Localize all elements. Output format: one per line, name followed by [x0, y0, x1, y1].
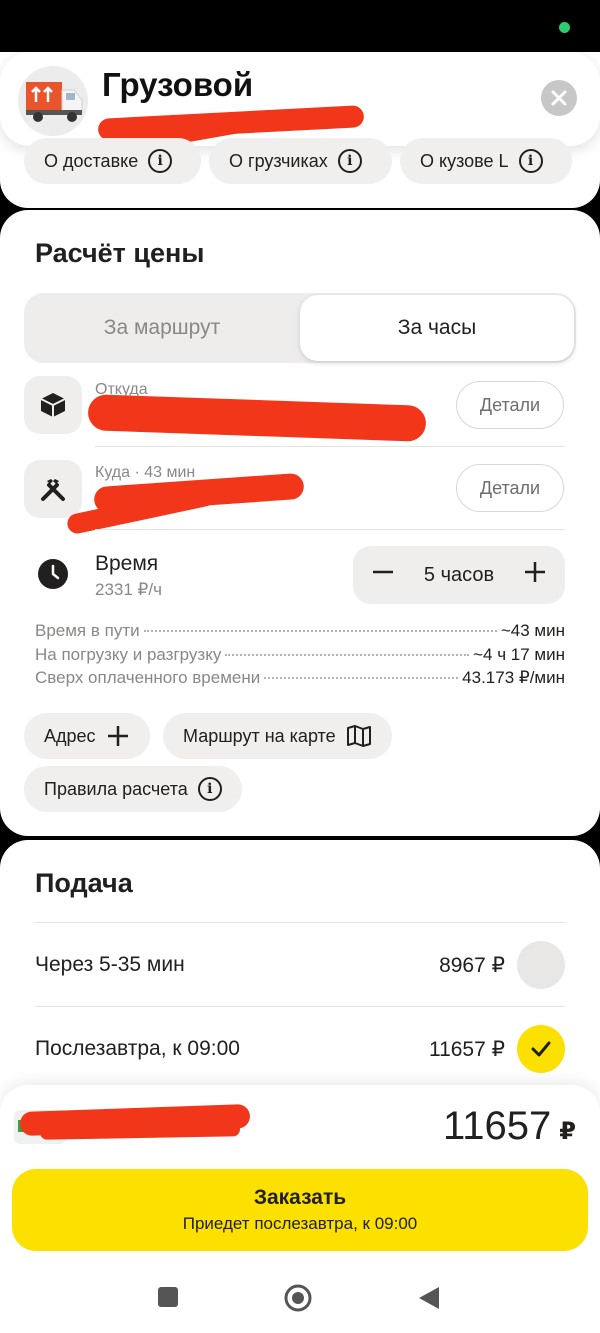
info-value: 43.173 ₽/мин — [462, 668, 565, 687]
option-radio-selected[interactable] — [517, 1025, 565, 1073]
pickup-option-asap[interactable]: Через 5-35 мин — [35, 953, 185, 977]
chip-label: О доставке — [44, 150, 139, 171]
tools-icon — [24, 460, 82, 518]
order-button-title: Заказать — [253, 1186, 347, 1209]
tab-by-route[interactable]: За маршрут — [24, 293, 300, 363]
from-details-button[interactable]: Детали — [456, 381, 564, 429]
hours-value: 5 часов — [423, 563, 495, 586]
plus-icon[interactable] — [523, 560, 547, 590]
status-indicator-dot — [559, 22, 570, 33]
info-value: ~43 мин — [500, 621, 565, 640]
currency-symbol: ₽ — [559, 1118, 576, 1145]
time-label: Время — [95, 552, 159, 575]
dotted-leader — [143, 630, 497, 632]
divider — [35, 1006, 565, 1007]
plus-icon — [107, 726, 128, 746]
check-icon — [531, 1041, 551, 1057]
info-icon: i — [518, 149, 543, 173]
option-price: 11657 ₽ — [428, 1038, 505, 1061]
info-icon: i — [337, 149, 362, 173]
close-button[interactable] — [541, 80, 577, 116]
chip-label: О грузчиках — [229, 150, 328, 171]
divider — [95, 446, 565, 447]
price-section-title: Расчёт цены — [35, 238, 205, 268]
package-icon — [24, 376, 82, 434]
info-value: ~4 ч 17 мин — [473, 644, 565, 664]
divider — [95, 529, 565, 530]
close-icon — [551, 90, 567, 106]
chip-label: Правила расчета — [44, 778, 188, 799]
tariff-header — [0, 52, 600, 146]
info-label: Сверх оплаченного времени — [35, 668, 261, 687]
minus-icon[interactable] — [371, 560, 395, 590]
loading-time-line: На погрузку и разгрузку ~4 ч 17 мин — [35, 645, 565, 669]
chip-label: О кузове L — [420, 150, 509, 171]
total-value: 11657 — [443, 1104, 552, 1148]
pricing-mode-switch: За маршрут За часы — [24, 293, 576, 363]
pricing-rules-button[interactable]: Правила расчета i — [24, 766, 242, 812]
to-details-button[interactable]: Детали — [456, 464, 564, 512]
back-icon[interactable] — [417, 1285, 441, 1311]
clock-icon — [38, 559, 68, 589]
travel-time-line: Время в пути ~43 мин — [35, 621, 565, 645]
pickup-option-scheduled[interactable]: Послезавтра, к 09:00 — [35, 1037, 240, 1061]
chip-label: Маршрут на карте — [183, 725, 336, 746]
about-movers-chip[interactable]: О грузчиках i — [209, 138, 392, 184]
time-breakdown: Время в пути ~43 мин На погрузку и разгр… — [35, 621, 565, 692]
about-body-chip[interactable]: О кузове L i — [400, 138, 572, 184]
order-button[interactable]: Заказать Приедет послезавтра, к 09:00 — [12, 1169, 588, 1251]
add-address-button[interactable]: Адрес — [24, 713, 150, 759]
tab-by-hours[interactable]: За часы — [300, 295, 574, 361]
recents-icon[interactable] — [157, 1286, 179, 1308]
tariff-info-chips: О доставке i О грузчиках i О кузове L i — [0, 138, 600, 184]
info-icon: i — [197, 777, 222, 801]
route-on-map-button[interactable]: Маршрут на карте — [163, 713, 392, 759]
hours-stepper: 5 часов — [353, 546, 565, 604]
truck-icon — [18, 66, 88, 136]
map-icon — [346, 725, 371, 747]
info-icon: i — [148, 149, 173, 173]
divider — [35, 922, 565, 923]
hourly-rate: 2331 ₽/ч — [95, 580, 162, 599]
dotted-leader — [264, 677, 459, 679]
info-label: На погрузку и разгрузку — [35, 644, 222, 664]
tariff-title: Грузовой — [102, 66, 254, 103]
order-button-subtitle: Приедет послезавтра, к 09:00 — [182, 1214, 418, 1233]
option-price: 8967 ₽ — [439, 954, 505, 977]
chip-label: Адрес — [44, 725, 96, 746]
overtime-rate-line: Сверх оплаченного времени 43.173 ₽/мин — [35, 668, 565, 692]
dotted-leader — [225, 653, 470, 656]
pickup-section-title: Подача — [35, 868, 133, 898]
about-delivery-chip[interactable]: О доставке i — [24, 138, 201, 184]
system-navigation-bar — [0, 1270, 600, 1333]
home-icon[interactable] — [283, 1283, 313, 1313]
info-label: Время в пути — [35, 621, 140, 640]
order-total: 11657 ₽ — [443, 1104, 576, 1149]
option-radio[interactable] — [517, 941, 565, 989]
to-label: Куда · 43 мин — [95, 464, 196, 481]
